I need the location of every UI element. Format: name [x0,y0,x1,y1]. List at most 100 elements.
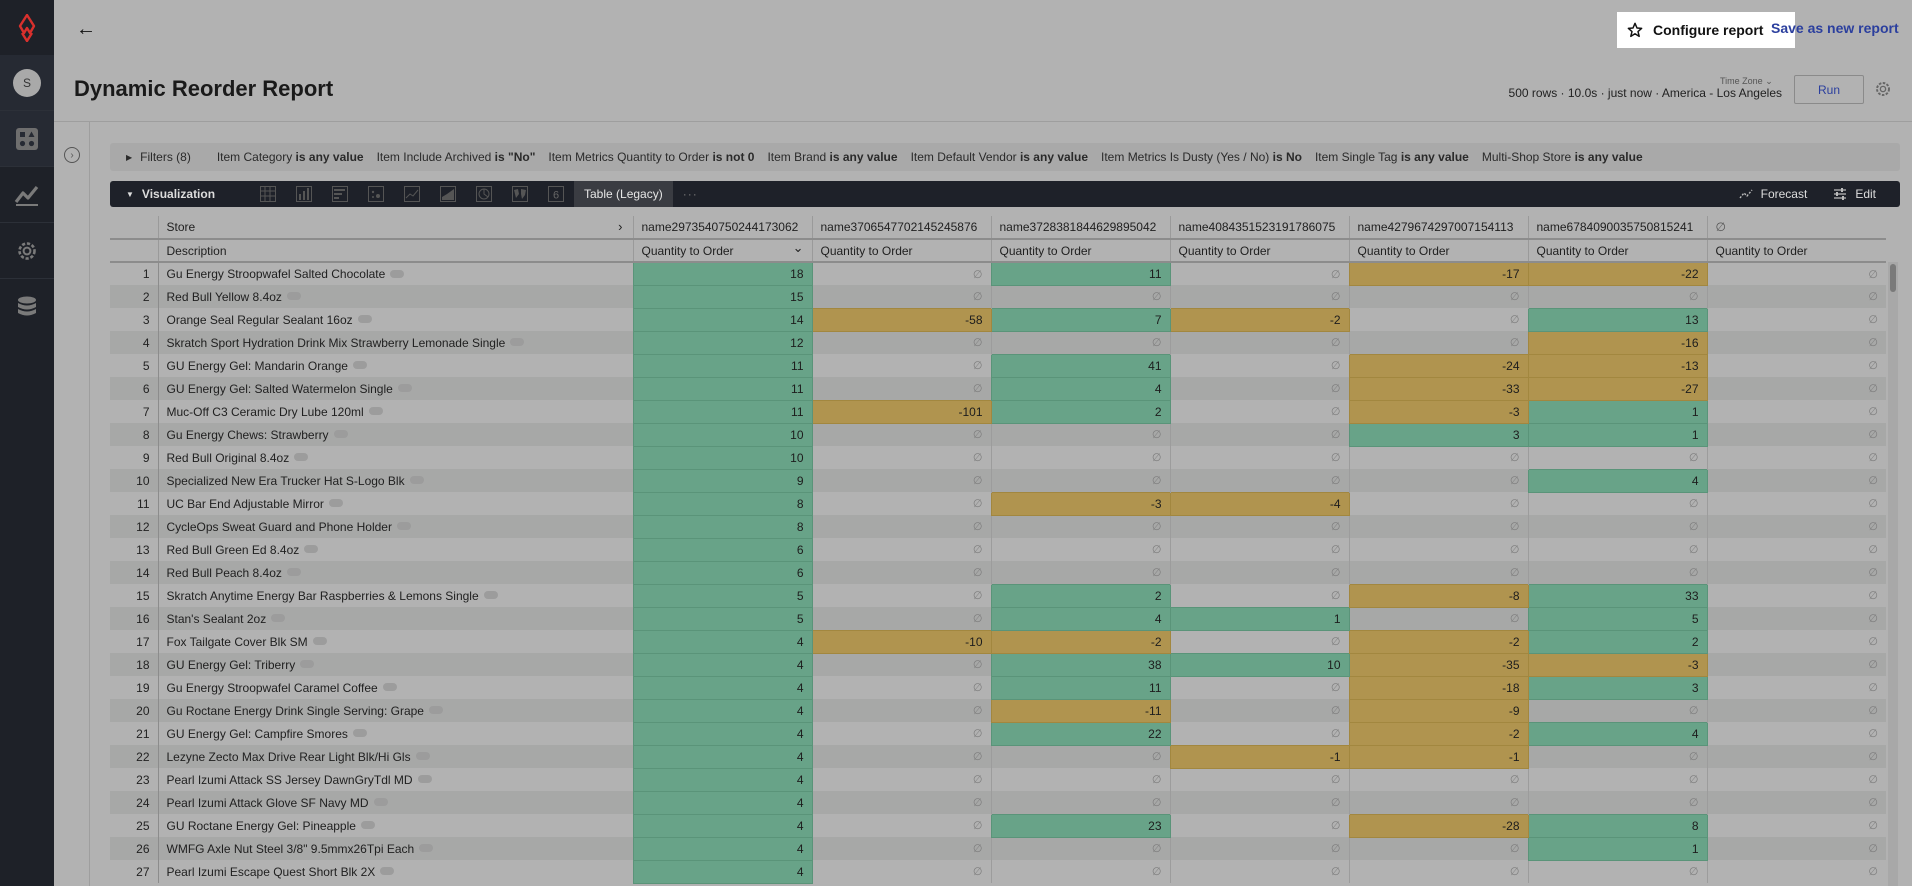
description-cell[interactable]: CycleOps Sweat Guard and Phone Holder [158,515,633,538]
null-value-cell[interactable]: ∅ [1348,561,1528,584]
store-column-header[interactable]: name6784090035750815241 [1527,216,1707,240]
description-cell[interactable]: GU Energy Gel: Salted Watermelon Single [158,377,633,400]
quantity-cell[interactable]: -1 [1169,744,1350,769]
null-value-cell[interactable]: ∅ [1706,607,1886,630]
null-value-cell[interactable]: ∅ [811,699,991,722]
null-value-cell[interactable]: ∅ [811,492,991,515]
cell-actions-icon[interactable] [373,798,388,807]
filter-chip[interactable]: Multi-Shop Store is any value [1482,150,1643,164]
description-cell[interactable]: Fox Tailgate Cover Blk SM [158,630,633,653]
null-value-cell[interactable]: ∅ [1706,699,1886,722]
null-value-cell[interactable]: ∅ [811,814,991,837]
quantity-cell[interactable]: 4 [632,836,813,861]
null-value-cell[interactable]: ∅ [1706,262,1886,285]
null-value-cell[interactable]: ∅ [1169,262,1349,285]
store-column-header[interactable]: name3728381844629895042 [990,216,1170,240]
null-value-cell[interactable]: ∅ [1169,561,1349,584]
filter-chip[interactable]: Item Metrics Quantity to Order is not 0 [548,150,754,164]
null-value-cell[interactable]: ∅ [1706,653,1886,676]
null-value-cell[interactable]: ∅ [1527,538,1707,561]
quantity-cell[interactable]: 3 [1527,675,1708,700]
null-value-cell[interactable]: ∅ [1706,377,1886,400]
quantity-cell[interactable]: 10 [632,445,813,470]
null-value-cell[interactable]: ∅ [990,285,1170,308]
null-value-cell[interactable]: ∅ [1169,630,1349,653]
chevron-right-icon[interactable]: › [618,219,622,234]
null-value-cell[interactable]: ∅ [811,653,991,676]
null-value-cell[interactable]: ∅ [811,722,991,745]
visualization-toggle[interactable]: ▼ Visualization [110,187,250,201]
filters-toggle[interactable]: ▶ Filters (8) [110,150,191,164]
description-cell[interactable]: Specialized New Era Trucker Hat S-Logo B… [158,469,633,492]
cell-actions-icon[interactable] [428,706,443,715]
null-value-cell[interactable]: ∅ [811,745,991,768]
description-cell[interactable]: Skratch Anytime Energy Bar Raspberries &… [158,584,633,607]
null-value-cell[interactable]: ∅ [1706,400,1886,423]
description-cell[interactable]: Gu Energy Stroopwafel Salted Chocolate [158,262,633,285]
null-value-cell[interactable]: ∅ [1348,331,1528,354]
quantity-cell[interactable]: -17 [1348,261,1529,286]
description-cell[interactable]: UC Bar End Adjustable Mirror [158,492,633,515]
null-value-cell[interactable]: ∅ [990,423,1170,446]
null-value-cell[interactable]: ∅ [1348,285,1528,308]
quantity-cell[interactable]: 33 [1527,583,1708,608]
filter-chip[interactable]: Item Single Tag is any value [1315,150,1469,164]
null-value-cell[interactable]: ∅ [990,515,1170,538]
quantity-cell[interactable]: 1 [1527,399,1708,424]
null-value-cell[interactable]: ∅ [1527,446,1707,469]
quantity-cell[interactable]: 10 [632,422,813,447]
null-value-cell[interactable]: ∅ [1527,768,1707,791]
null-value-cell[interactable]: ∅ [811,285,991,308]
sidebar-item-settings[interactable] [0,222,54,278]
null-value-cell[interactable]: ∅ [1527,860,1707,883]
measure-column-header[interactable]: Quantity to Order [1348,239,1528,263]
quantity-cell[interactable]: 1 [1169,606,1350,631]
description-cell[interactable]: Orange Seal Regular Sealant 16oz [158,308,633,331]
cell-actions-icon[interactable] [294,453,309,462]
description-cell[interactable]: Gu Roctane Energy Drink Single Serving: … [158,699,633,722]
description-cell[interactable]: Red Bull Green Ed 8.4oz [158,538,633,561]
null-value-cell[interactable]: ∅ [1169,515,1349,538]
back-button[interactable]: ← [76,18,96,41]
null-value-cell[interactable]: ∅ [811,262,991,285]
null-value-cell[interactable]: ∅ [1169,538,1349,561]
null-value-cell[interactable]: ∅ [990,331,1170,354]
null-value-cell[interactable]: ∅ [1706,515,1886,538]
null-value-cell[interactable]: ∅ [811,676,991,699]
quantity-cell[interactable]: 3 [1348,422,1529,447]
description-cell[interactable]: GU Energy Gel: Triberry [158,653,633,676]
null-value-cell[interactable]: ∅ [1706,860,1886,883]
null-value-cell[interactable]: ∅ [1169,446,1349,469]
quantity-cell[interactable]: 4 [990,376,1171,401]
cell-actions-icon[interactable] [397,384,412,393]
filter-chip[interactable]: Item Include Archived is "No" [377,150,536,164]
description-cell[interactable]: Pearl Izumi Escape Quest Short Blk 2X [158,860,633,883]
sidebar-item-apps[interactable] [0,110,54,166]
null-value-cell[interactable]: ∅ [1706,538,1886,561]
null-value-cell[interactable]: ∅ [811,791,991,814]
measure-column-header[interactable]: Quantity to Order [990,239,1170,263]
quantity-cell[interactable]: -27 [1527,376,1708,401]
null-value-cell[interactable]: ∅ [1706,331,1886,354]
quantity-cell[interactable]: 11 [632,376,813,401]
quantity-cell[interactable]: 41 [990,353,1171,378]
description-cell[interactable]: Stan's Sealant 2oz [158,607,633,630]
measure-column-header[interactable]: Quantity to Order [811,239,991,263]
cell-actions-icon[interactable] [382,683,397,692]
null-value-cell[interactable]: ∅ [990,837,1170,860]
store-column-header[interactable]: name4084351523191786075 [1169,216,1349,240]
filter-chip[interactable]: Item Category is any value [217,150,364,164]
table-scrollbar[interactable] [1888,262,1898,886]
quantity-cell[interactable]: 5 [632,606,813,631]
null-value-cell[interactable]: ∅ [1169,768,1349,791]
quantity-cell[interactable]: 4 [632,790,813,815]
quantity-cell[interactable]: 4 [632,721,813,746]
description-cell[interactable]: Red Bull Original 8.4oz [158,446,633,469]
viz-type-table-legacy[interactable]: Table (Legacy) [574,181,673,207]
null-value-cell[interactable]: ∅ [1706,791,1886,814]
null-value-cell[interactable]: ∅ [811,423,991,446]
quantity-cell[interactable]: -4 [1169,491,1350,516]
description-cell[interactable]: Gu Energy Stroopwafel Caramel Coffee [158,676,633,699]
description-cell[interactable]: Muc-Off C3 Ceramic Dry Lube 120ml [158,400,633,423]
description-cell[interactable]: Skratch Sport Hydration Drink Mix Strawb… [158,331,633,354]
